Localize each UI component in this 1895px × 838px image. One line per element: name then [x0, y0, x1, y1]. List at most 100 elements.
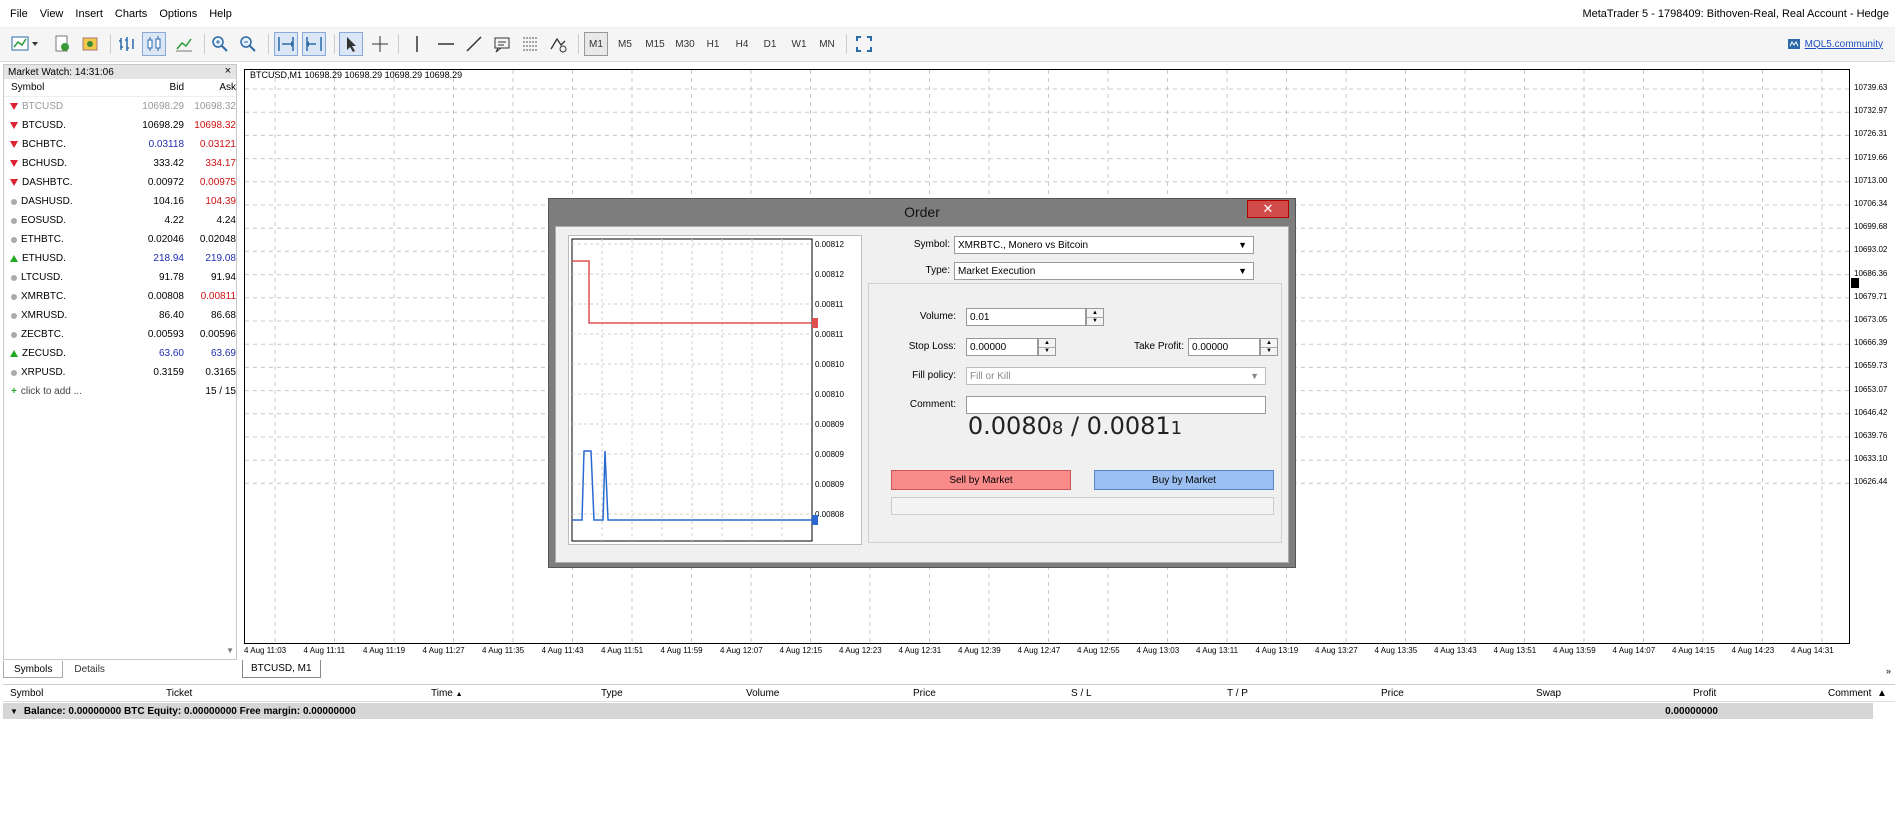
- menu-view[interactable]: View: [34, 8, 70, 20]
- type-select[interactable]: Market Execution ▼: [954, 262, 1254, 280]
- col-price[interactable]: Price: [913, 688, 936, 699]
- market-watch-row[interactable]: BCHUSD. 333.42 334.17: [4, 154, 236, 173]
- timeframe-m15[interactable]: M15: [640, 32, 670, 56]
- col-symbol[interactable]: Symbol: [10, 688, 43, 699]
- col-comment[interactable]: Comment: [1828, 688, 1871, 699]
- text-label-icon[interactable]: [490, 32, 514, 56]
- market-watch-row[interactable]: EOSUSD. 4.22 4.24: [4, 211, 236, 230]
- market-watch-row[interactable]: ZECUSD. 63.60 63.69: [4, 344, 236, 363]
- add-symbol-row[interactable]: + click to add ... 15 / 15: [4, 382, 236, 401]
- market-watch-columns: Symbol Bid Ask: [4, 79, 236, 97]
- stop-loss-spinner[interactable]: ▲ ▼: [1038, 338, 1056, 356]
- market-watch-row[interactable]: BCHBTC. 0.03118 0.03121: [4, 135, 236, 154]
- trendline-icon[interactable]: [462, 32, 486, 56]
- fullscreen-icon[interactable]: [852, 32, 876, 56]
- market-watch-row[interactable]: DASHUSD. 104.16 104.39: [4, 192, 236, 211]
- zoom-out-icon[interactable]: [236, 32, 260, 56]
- zoom-in-icon[interactable]: [208, 32, 232, 56]
- collapse-icon[interactable]: ▼: [10, 707, 18, 716]
- col-symbol[interactable]: Symbol: [4, 82, 132, 93]
- col-bid[interactable]: Bid: [132, 82, 184, 93]
- menu-charts[interactable]: Charts: [109, 8, 153, 20]
- market-watch-row[interactable]: ETHBTC. 0.02046 0.02048: [4, 230, 236, 249]
- col-tp[interactable]: T / P: [1227, 688, 1248, 699]
- autoscroll-icon[interactable]: [274, 32, 298, 56]
- stop-loss-input[interactable]: 0.00000: [966, 338, 1038, 356]
- scroll-down-icon[interactable]: ▼: [226, 646, 234, 655]
- volume-input[interactable]: 0.01: [966, 308, 1086, 326]
- timeframe-h4[interactable]: H4: [728, 32, 756, 56]
- scroll-up-icon[interactable]: ▲: [1877, 688, 1887, 699]
- market-watch-row[interactable]: XRPUSD. 0.3159 0.3165: [4, 363, 236, 382]
- col-swap[interactable]: Swap: [1536, 688, 1561, 699]
- fibonacci-icon[interactable]: [518, 32, 542, 56]
- timeframe-m1[interactable]: M1: [584, 32, 608, 56]
- spin-up-icon[interactable]: ▲: [1261, 339, 1277, 348]
- spin-down-icon[interactable]: ▼: [1039, 348, 1055, 356]
- candlestick-icon[interactable]: [142, 32, 166, 56]
- symbol-name: DASHUSD.: [21, 196, 73, 207]
- timeframe-h1[interactable]: H1: [700, 32, 726, 56]
- menu-file[interactable]: File: [0, 8, 34, 20]
- close-button[interactable]: ✕: [1247, 200, 1289, 218]
- spin-up-icon[interactable]: ▲: [1039, 339, 1055, 348]
- mql5-community-link[interactable]: MQL5.community: [1787, 38, 1883, 50]
- fill-policy-label: Fill policy:: [912, 370, 956, 381]
- market-watch-row[interactable]: BTCUSD. 10698.29 10698.32: [4, 116, 236, 135]
- ask-value: 0.00975: [199, 177, 236, 188]
- market-watch-row[interactable]: ZECBTC. 0.00593 0.00596: [4, 325, 236, 344]
- timeframe-d1[interactable]: D1: [756, 32, 784, 56]
- spin-down-icon[interactable]: ▼: [1261, 348, 1277, 356]
- new-order-icon[interactable]: [50, 32, 74, 56]
- col-time[interactable]: Time ▲: [431, 688, 463, 699]
- col-sl[interactable]: S / L: [1071, 688, 1092, 699]
- market-watch-row[interactable]: BTCUSD 10698.29 10698.32: [4, 97, 236, 116]
- algo-trading-icon[interactable]: [78, 32, 102, 56]
- col-volume[interactable]: Volume: [746, 688, 779, 699]
- line-chart-icon[interactable]: [172, 32, 196, 56]
- market-watch-row[interactable]: DASHBTC. 0.00972 0.00975: [4, 173, 236, 192]
- tab-symbols[interactable]: Symbols: [3, 661, 64, 678]
- horizontal-line-icon[interactable]: [434, 32, 458, 56]
- timeframe-mn[interactable]: MN: [812, 32, 842, 56]
- shapes-icon[interactable]: [546, 32, 570, 56]
- buy-by-market-button[interactable]: Buy by Market: [1094, 470, 1274, 490]
- tick-price-label: 0.00812: [815, 270, 844, 279]
- volume-spinner[interactable]: ▲ ▼: [1086, 308, 1104, 326]
- spin-down-icon[interactable]: ▼: [1087, 318, 1103, 326]
- col-ticket[interactable]: Ticket: [166, 688, 192, 699]
- timeframe-w1[interactable]: W1: [786, 32, 812, 56]
- chart-tab[interactable]: BTCUSD, M1: [242, 660, 321, 678]
- price-tick-label: 10666.39: [1854, 338, 1888, 348]
- col-close-price[interactable]: Price: [1381, 688, 1404, 699]
- market-watch-row[interactable]: XMRBTC. 0.00808 0.00811: [4, 287, 236, 306]
- close-icon[interactable]: ×: [225, 65, 231, 77]
- new-chart-icon[interactable]: [8, 32, 42, 56]
- bar-chart-icon[interactable]: [114, 32, 138, 56]
- take-profit-input[interactable]: 0.00000: [1188, 338, 1260, 356]
- market-watch-row[interactable]: LTCUSD. 91.78 91.94: [4, 268, 236, 287]
- col-profit[interactable]: Profit: [1693, 688, 1716, 699]
- chart-shift-icon[interactable]: [302, 32, 326, 56]
- cursor-icon[interactable]: [339, 32, 363, 56]
- fill-policy-select[interactable]: Fill or Kill ▼: [966, 367, 1266, 385]
- crosshair-icon[interactable]: [368, 32, 392, 56]
- menubar: File View Insert Charts Options Help Met…: [0, 0, 1895, 28]
- menu-insert[interactable]: Insert: [69, 8, 109, 20]
- vertical-line-icon[interactable]: [405, 32, 429, 56]
- sell-by-market-button[interactable]: Sell by Market: [891, 470, 1071, 490]
- menu-help[interactable]: Help: [203, 8, 238, 20]
- col-type[interactable]: Type: [601, 688, 623, 699]
- market-watch-row[interactable]: XMRUSD. 86.40 86.68: [4, 306, 236, 325]
- timeframe-m30[interactable]: M30: [670, 32, 700, 56]
- tab-details[interactable]: Details: [63, 661, 116, 678]
- timeframe-m5[interactable]: M5: [612, 32, 638, 56]
- menu-options[interactable]: Options: [153, 8, 203, 20]
- scroll-right-icon[interactable]: »: [1886, 666, 1891, 676]
- balance-row[interactable]: ▼ Balance: 0.00000000 BTC Equity: 0.0000…: [3, 703, 1873, 719]
- take-profit-spinner[interactable]: ▲ ▼: [1260, 338, 1278, 356]
- col-ask[interactable]: Ask: [184, 82, 236, 93]
- market-watch-row[interactable]: ETHUSD. 218.94 219.08: [4, 249, 236, 268]
- spin-up-icon[interactable]: ▲: [1087, 309, 1103, 318]
- symbol-select[interactable]: XMRBTC., Monero vs Bitcoin ▼: [954, 236, 1254, 254]
